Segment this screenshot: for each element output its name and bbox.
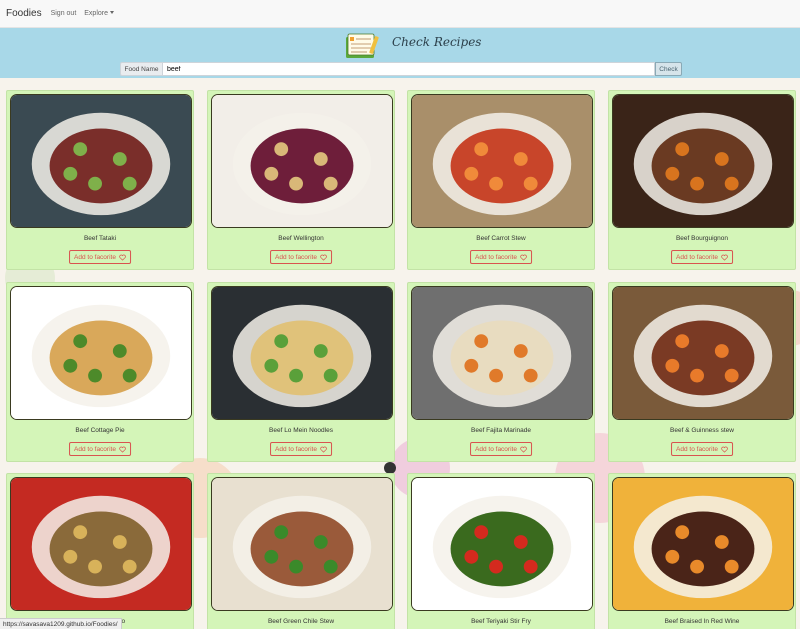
recipe-image[interactable]: [10, 94, 192, 228]
heart-icon: [320, 254, 327, 261]
recipe-card: Beef Tataki Add to facorite: [6, 90, 194, 270]
heart-icon: [520, 254, 527, 261]
status-bar-url: https://savasava1209.github.io/Foodies/: [0, 618, 122, 629]
add-to-favorite-button[interactable]: Add to facorite: [671, 442, 733, 456]
explore-dropdown[interactable]: Explore: [84, 10, 114, 17]
check-button[interactable]: Check: [655, 62, 682, 76]
add-to-favorite-button[interactable]: Add to facorite: [470, 250, 532, 264]
sign-out-link[interactable]: Sign out: [51, 10, 77, 17]
recipe-image[interactable]: [411, 286, 593, 420]
add-to-favorite-label: Add to facorite: [275, 445, 317, 453]
recipe-card: Beef Bourguignon Add to facorite: [608, 90, 796, 270]
recipe-name: Beef Tataki: [83, 235, 117, 242]
recipe-card: Beef Green Chile StewAdd to facorite: [207, 473, 395, 629]
recipe-card: Beef Teriyaki Stir FryAdd to facorite: [407, 473, 595, 629]
food-name-label: Food Name: [120, 62, 162, 76]
explore-label: Explore: [84, 10, 108, 17]
page-title: Check Recipes: [392, 35, 482, 49]
add-to-favorite-label: Add to facorite: [74, 253, 116, 261]
heart-icon: [721, 446, 728, 453]
recipe-image[interactable]: [612, 94, 794, 228]
recipe-image[interactable]: [10, 286, 192, 420]
recipe-name: Beef Carrot Stew: [476, 235, 526, 242]
food-name-input[interactable]: [162, 62, 655, 76]
caret-down-icon: [110, 11, 114, 14]
recipe-image[interactable]: [411, 94, 593, 228]
recipe-name: Beef Braised In Red Wine: [664, 618, 740, 625]
recipe-card: Beef Wellington Add to facorite: [207, 90, 395, 270]
navbar: Foodies Sign out Explore: [0, 0, 800, 28]
heart-icon: [119, 446, 126, 453]
search-form: Food Name Check: [120, 62, 682, 76]
recipe-name: Beef Cottage Pie: [75, 427, 125, 434]
add-to-favorite-label: Add to facorite: [275, 253, 317, 261]
recipe-card: Beef Lo Mein Noodles Add to facorite: [207, 282, 395, 462]
recipe-name: Beef Teriyaki Stir Fry: [471, 618, 531, 625]
recipe-name: Beef Green Chile Stew: [267, 618, 335, 625]
recipe-image[interactable]: [612, 477, 794, 611]
add-to-favorite-label: Add to facorite: [475, 253, 517, 261]
brand-link[interactable]: Foodies: [6, 8, 42, 19]
recipe-image[interactable]: [211, 94, 393, 228]
add-to-favorite-button[interactable]: Add to facorite: [470, 442, 532, 456]
add-to-favorite-label: Add to facorite: [475, 445, 517, 453]
recipe-grid: Beef Tataki Add to facorite Beef Wellingto…: [0, 78, 800, 629]
recipe-name: Beef Fajita Marinade: [471, 427, 531, 434]
heart-icon: [520, 446, 527, 453]
recipe-name: Beef Lo Mein Noodles: [269, 427, 333, 434]
recipe-card: Beef Fajita Marinade Add to facorite: [407, 282, 595, 462]
recipe-image[interactable]: [411, 477, 593, 611]
add-to-favorite-button[interactable]: Add to facorite: [69, 250, 131, 264]
recipe-image[interactable]: [612, 286, 794, 420]
recipe-name: Beef Wellington: [278, 235, 324, 242]
recipe-name: Beef & Guinness stew: [670, 427, 734, 434]
add-to-favorite-label: Add to facorite: [676, 253, 718, 261]
add-to-favorite-label: Add to facorite: [676, 445, 718, 453]
recipe-image[interactable]: [211, 286, 393, 420]
recipe-card: Beef Osso BuccoAdd to facorite: [6, 473, 194, 629]
recipe-card: Beef Carrot Stew Add to facorite: [407, 90, 595, 270]
recipe-image[interactable]: [10, 477, 192, 611]
search-header: Check Recipes Food Name Check: [0, 28, 800, 78]
heart-icon: [320, 446, 327, 453]
add-to-favorite-button[interactable]: Add to facorite: [69, 442, 131, 456]
add-to-favorite-button[interactable]: Add to facorite: [671, 250, 733, 264]
recipe-name: Beef Bourguignon: [675, 235, 729, 242]
add-to-favorite-label: Add to facorite: [74, 445, 116, 453]
add-to-favorite-button[interactable]: Add to facorite: [270, 250, 332, 264]
heart-icon: [721, 254, 728, 261]
recipe-card: Beef & Guinness stew Add to facorite: [608, 282, 796, 462]
heart-icon: [119, 254, 126, 261]
recipe-book-icon: [346, 33, 379, 58]
recipe-card: Beef Braised In Red WineAdd to facorite: [608, 473, 796, 629]
recipe-card: Beef Cottage Pie Add to facorite: [6, 282, 194, 462]
recipe-image[interactable]: [211, 477, 393, 611]
add-to-favorite-button[interactable]: Add to facorite: [270, 442, 332, 456]
